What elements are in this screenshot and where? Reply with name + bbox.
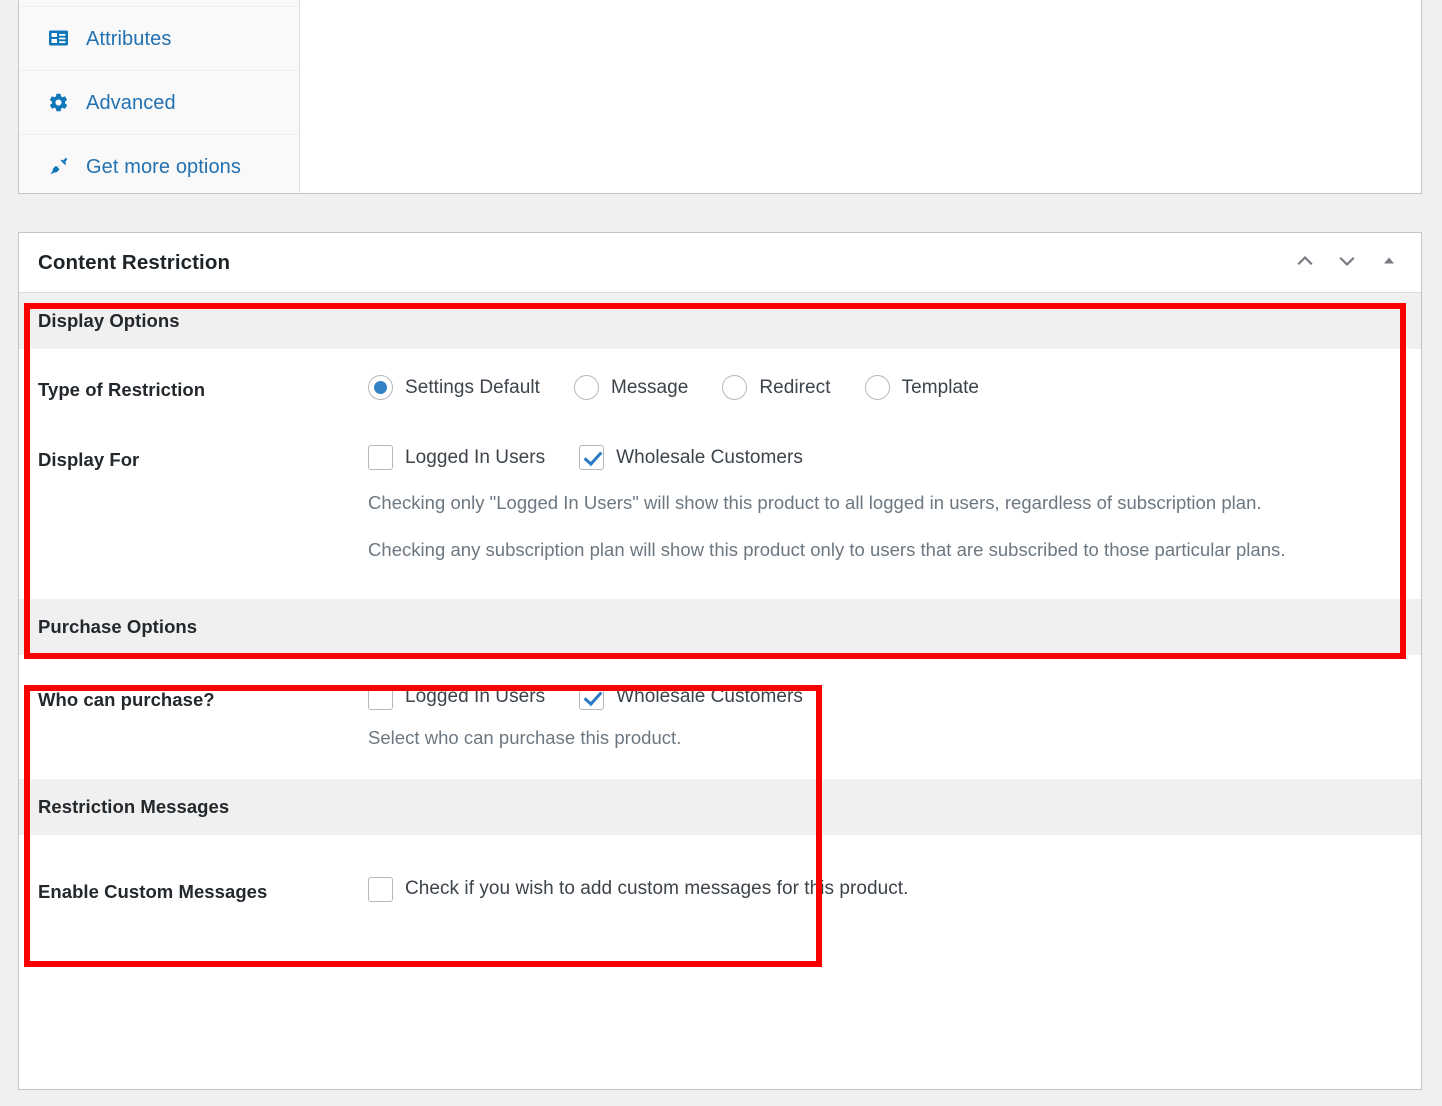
checkbox-display-for-logged-in-users[interactable]: Logged In Users [368, 445, 545, 470]
checkbox-label: Check if you wish to add custom messages… [405, 878, 909, 900]
radio-label: Template [901, 376, 980, 398]
product-data-tabs-panel: Attributes Advanced Get more options [18, 0, 1422, 194]
checkbox-enable-custom-messages[interactable]: Check if you wish to add custom messages… [368, 876, 909, 902]
sidebar-item-general-spacer [19, 0, 299, 7]
triangle-up-icon [1380, 252, 1398, 273]
help-text-logged-in-users: Checking only "Logged In Users" will sho… [368, 492, 1262, 513]
radio-label: Message [610, 376, 689, 398]
product-data-tab-list: Attributes Advanced Get more options [19, 0, 300, 193]
checkbox-label: Wholesale Customers [616, 446, 803, 468]
radio-label: Settings Default [405, 376, 540, 398]
gear-icon [47, 92, 69, 114]
checkbox-indicator [579, 445, 605, 470]
section-band-display-options: Display Options [19, 293, 1421, 349]
product-data-tab-content [300, 0, 1421, 193]
section-title: Display Options [38, 310, 180, 331]
move-down-button[interactable] [1329, 245, 1365, 281]
chevron-down-icon [1337, 251, 1357, 274]
checkbox-indicator [368, 684, 393, 710]
sidebar-item-label: Attributes [86, 27, 172, 50]
content-restriction-header: Content Restriction [19, 233, 1421, 293]
field-row-enable-custom-messages: Enable Custom Messages Check if you wish… [19, 835, 1421, 903]
checkbox-purchase-logged-in-users[interactable]: Logged In Users [368, 684, 546, 710]
help-text-who-can-purchase: Select who can purchase this product. [368, 726, 682, 748]
radio-indicator [864, 375, 890, 400]
checkbox-indicator [368, 445, 393, 470]
field-label: Enable Custom Messages [38, 880, 268, 902]
content-restriction-metabox: Content Restriction Display Options Type… [18, 232, 1422, 1090]
radio-message[interactable]: Message [573, 375, 689, 400]
move-up-button[interactable] [1287, 245, 1323, 281]
checkbox-group-enable-custom-messages: Check if you wish to add custom messages… [368, 876, 1391, 902]
radio-settings-default[interactable]: Settings Default [368, 375, 540, 400]
sidebar-item-attributes[interactable]: Attributes [19, 7, 299, 71]
radio-template[interactable]: Template [864, 375, 980, 400]
checkbox-group-display-for: Logged In Users Wholesale Customers [368, 445, 1391, 470]
radio-indicator [722, 375, 748, 400]
checkbox-purchase-wholesale-customers[interactable]: Wholesale Customers [579, 684, 803, 710]
chevron-up-icon [1295, 251, 1315, 274]
sidebar-item-get-more-options[interactable]: Get more options [19, 135, 299, 193]
radio-indicator [573, 375, 599, 400]
checkbox-label: Logged In Users [405, 446, 546, 468]
help-text-subscription-plan: Checking any subscription plan will show… [368, 538, 1286, 560]
radio-label: Redirect [759, 376, 831, 398]
section-title: Restriction Messages [38, 795, 230, 817]
field-row-type-of-restriction: Type of Restriction Settings Default Mes… [19, 349, 1421, 401]
radio-redirect[interactable]: Redirect [722, 375, 830, 400]
plugin-icon [47, 156, 69, 178]
toggle-panel-button[interactable] [1371, 245, 1407, 281]
checkbox-label: Wholesale Customers [616, 686, 803, 708]
page-title: Content Restriction [38, 250, 231, 274]
sidebar-item-label: Advanced [86, 91, 176, 114]
sidebar-item-advanced[interactable]: Advanced [19, 71, 299, 135]
metabox-header-actions [1287, 233, 1407, 292]
section-band-restriction-messages: Restriction Messages [19, 778, 1421, 835]
radio-group-type-of-restriction: Settings Default Message Redirect Templa… [368, 375, 1391, 400]
checkbox-indicator [579, 684, 605, 710]
field-label: Who can purchase? [38, 688, 215, 710]
checkbox-label: Logged In Users [405, 686, 546, 708]
field-label: Display For [38, 449, 140, 470]
field-row-who-can-purchase: Who can purchase? Logged In Users Wholes… [19, 655, 1421, 749]
checkbox-indicator [368, 876, 393, 902]
attributes-icon [47, 28, 69, 50]
checkbox-display-for-wholesale-customers[interactable]: Wholesale Customers [579, 445, 803, 470]
section-title: Purchase Options [38, 615, 198, 637]
section-band-purchase-options: Purchase Options [19, 598, 1421, 655]
field-label: Type of Restriction [38, 379, 206, 400]
checkbox-group-who-can-purchase: Logged In Users Wholesale Customers [368, 684, 1391, 710]
field-row-display-for: Display For Logged In Users Wholesale Cu… [19, 401, 1421, 566]
radio-indicator [368, 375, 393, 400]
sidebar-item-label: Get more options [86, 155, 242, 178]
